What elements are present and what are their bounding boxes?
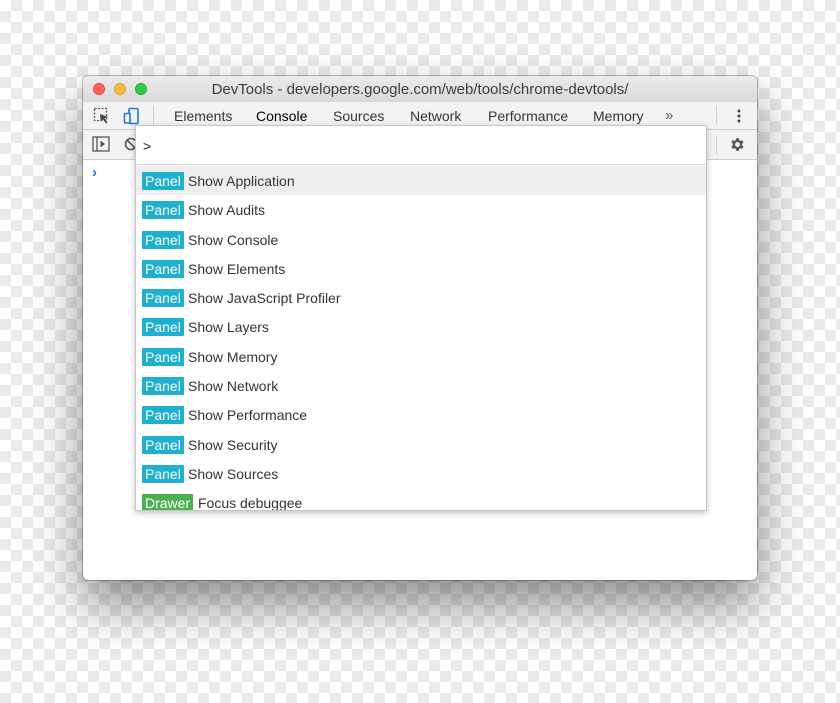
tab-performance[interactable]: Performance — [488, 108, 568, 124]
command-menu-item-label: Focus debuggee — [198, 495, 303, 511]
panel-badge: Panel — [142, 172, 184, 190]
command-menu-item[interactable]: Panel Show Console — [136, 225, 706, 254]
command-menu-item[interactable]: Panel Show Network — [136, 371, 706, 400]
console-prompt-chevron: › — [92, 164, 97, 181]
tab-elements[interactable]: Elements — [174, 108, 232, 124]
panel-badge: Panel — [142, 201, 184, 220]
panel-badge: Panel — [142, 435, 184, 454]
command-menu-list: Panel Show Application Panel Show Audits Pan… — [136, 166, 706, 511]
panel-badge: Panel — [142, 289, 184, 308]
command-menu-item[interactable]: Panel Show Security — [136, 430, 706, 459]
command-menu-item-label: Show Security — [188, 436, 278, 453]
inspect-element-icon[interactable] — [92, 106, 112, 126]
command-menu-item[interactable]: Panel Show Performance — [136, 400, 706, 429]
tab-console[interactable]: Console — [256, 108, 307, 124]
command-menu-item-label: Show Memory — [188, 348, 278, 365]
command-menu-input[interactable]: > — [136, 126, 706, 165]
panel-badge: Panel — [142, 377, 184, 396]
toolbar-divider — [716, 135, 717, 154]
show-sidebar-icon[interactable] — [92, 136, 110, 152]
command-menu-item-label: Show Layers — [188, 319, 269, 336]
command-menu-input-value: > — [143, 138, 152, 154]
window-title: DevTools - developers.google.com/web/too… — [211, 81, 629, 98]
device-toolbar-icon[interactable] — [122, 106, 142, 126]
more-tabs-button[interactable]: » — [665, 107, 673, 124]
panel-badge: Panel — [142, 318, 184, 337]
command-menu-item-label: Show Audits — [188, 202, 266, 219]
command-menu-item[interactable]: Panel Show Elements — [136, 254, 706, 283]
tab-network[interactable]: Network — [410, 108, 461, 124]
panel-badge: Panel — [142, 230, 184, 249]
command-menu-item[interactable]: Panel Show Audits — [136, 195, 706, 224]
command-menu-item[interactable]: Panel Show Memory — [136, 342, 706, 371]
customize-devtools-icon[interactable] — [731, 108, 747, 124]
tab-memory[interactable]: Memory — [593, 108, 644, 124]
panel-badge: Panel — [142, 464, 184, 483]
command-menu-item[interactable]: Panel Show Application — [136, 166, 706, 196]
panel-badge: Panel — [142, 347, 184, 366]
command-menu-item[interactable]: Panel Show Layers — [136, 312, 706, 341]
command-menu-item-label: Show JavaScript Profiler — [188, 290, 341, 307]
devtools-window: DevTools - developers.google.com/web/too… — [83, 76, 757, 580]
console-settings-gear-icon[interactable] — [729, 136, 746, 153]
command-menu-item-label: Show Performance — [188, 407, 308, 424]
command-menu-item-label: Show Sources — [188, 465, 279, 482]
toolbar-divider — [153, 106, 154, 125]
command-menu-item-label: Show Application — [188, 173, 295, 189]
tab-sources[interactable]: Sources — [333, 108, 384, 124]
toolbar-divider — [716, 106, 717, 125]
command-menu-item-label: Show Network — [188, 378, 279, 395]
command-menu-item-label: Show Console — [188, 231, 279, 248]
command-menu-item[interactable]: Panel Show Sources — [136, 459, 706, 488]
command-menu-item[interactable]: Drawer Focus debuggee — [136, 488, 706, 511]
panel-badge: Panel — [142, 259, 184, 278]
command-menu: > Panel Show Application Panel Show Audits P… — [135, 125, 707, 511]
command-menu-item-label: Show Elements — [188, 260, 286, 277]
panel-badge: Panel — [142, 406, 184, 425]
title-bar: DevTools - developers.google.com/web/too… — [83, 76, 757, 103]
command-menu-item[interactable]: Panel Show JavaScript Profiler — [136, 283, 706, 312]
drawer-badge: Drawer — [142, 494, 194, 510]
